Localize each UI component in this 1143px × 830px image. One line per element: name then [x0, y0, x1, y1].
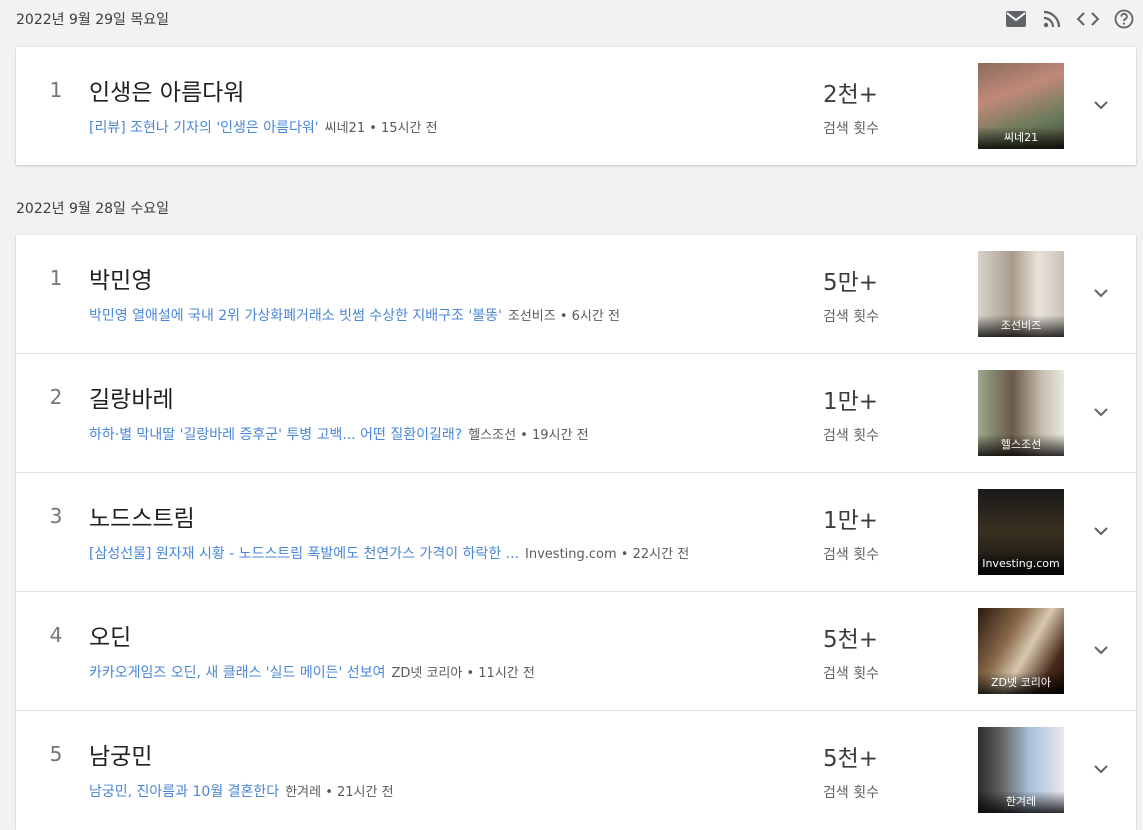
- trend-query[interactable]: 남궁민: [89, 737, 152, 771]
- trend-query[interactable]: 박민영: [89, 261, 152, 295]
- search-count: 5천+: [823, 746, 879, 772]
- help-icon[interactable]: [1113, 8, 1135, 30]
- search-count: 1만+: [823, 508, 879, 534]
- trend-query[interactable]: 노드스트림: [89, 499, 195, 533]
- rss-icon[interactable]: [1041, 8, 1063, 30]
- article-source: 씨네21 • 15시간 전: [324, 121, 438, 136]
- date-heading: 2022년 9월 28일 수요일: [16, 201, 169, 217]
- rank-number: 1: [49, 78, 63, 102]
- thumbnail-caption: ZD넷 코리아: [978, 672, 1064, 694]
- rank-number: 4: [49, 623, 63, 647]
- rank-number: 2: [49, 385, 63, 409]
- article-source: 한겨레 • 21시간 전: [285, 785, 394, 800]
- expand-chevron-icon[interactable]: [1090, 639, 1112, 661]
- expand-chevron-icon[interactable]: [1090, 282, 1112, 304]
- search-count-label: 검색 횟수: [823, 666, 879, 682]
- trend-query[interactable]: 인생은 아름다워: [89, 73, 244, 107]
- search-count-label: 검색 횟수: [823, 547, 879, 563]
- article-link[interactable]: 카카오게임즈 오딘, 새 클래스 '실드 메이든' 선보여: [89, 665, 385, 681]
- article-line: 박민영 열애설에 국내 2위 가상화폐거래소 빗썸 수상한 지배구조 '불똥' 조…: [89, 305, 620, 325]
- trend-query[interactable]: 길랑바레: [89, 380, 174, 414]
- news-thumbnail[interactable]: 씨네21: [978, 63, 1064, 149]
- expand-chevron-icon[interactable]: [1090, 401, 1112, 423]
- trend-card: 1 박민영 박민영 열애설에 국내 2위 가상화폐거래소 빗썸 수상한 지배구조…: [16, 235, 1136, 830]
- rank-number: 3: [49, 504, 63, 528]
- article-link[interactable]: [리뷰] 조현나 기자의 '인생은 아름다워': [89, 120, 319, 136]
- article-line: [리뷰] 조현나 기자의 '인생은 아름다워' 씨네21 • 15시간 전: [89, 117, 438, 137]
- expand-chevron-icon[interactable]: [1090, 94, 1112, 116]
- article-link[interactable]: 하하·별 막내딸 '길랑바레 증후군' 투병 고백... 어떤 질환이길래?: [89, 427, 462, 443]
- trend-item[interactable]: 4 오딘 카카오게임즈 오딘, 새 클래스 '실드 메이든' 선보여 ZD넷 코리…: [16, 592, 1136, 711]
- search-count-label: 검색 횟수: [823, 309, 879, 325]
- embed-code-icon[interactable]: [1077, 8, 1099, 30]
- rank-number: 5: [49, 742, 63, 766]
- date-heading: 2022년 9월 29일 목요일: [16, 12, 169, 28]
- article-link[interactable]: 박민영 열애설에 국내 2위 가상화폐거래소 빗썸 수상한 지배구조 '불똥': [89, 308, 502, 324]
- article-link[interactable]: [삼성선물] 원자재 시황 - 노드스트림 폭발에도 천연가스 가격이 하락한 …: [89, 546, 519, 562]
- article-line: 남궁민, 진아름과 10월 결혼한다 한겨레 • 21시간 전: [89, 781, 394, 801]
- news-thumbnail[interactable]: 조선비즈: [978, 251, 1064, 337]
- article-source: ZD넷 코리아 • 11시간 전: [391, 666, 535, 681]
- article-line: 하하·별 막내딸 '길랑바레 증후군' 투병 고백... 어떤 질환이길래? 헬스…: [89, 424, 589, 444]
- search-count: 1만+: [823, 389, 879, 415]
- news-thumbnail[interactable]: Investing.com: [978, 489, 1064, 575]
- thumbnail-caption: 한겨레: [978, 791, 1064, 813]
- expand-chevron-icon[interactable]: [1090, 520, 1112, 542]
- search-count: 2천+: [823, 82, 879, 108]
- mail-icon[interactable]: [1005, 8, 1027, 30]
- article-line: [삼성선물] 원자재 시황 - 노드스트림 폭발에도 천연가스 가격이 하락한 …: [89, 543, 689, 563]
- trend-item[interactable]: 2 길랑바레 하하·별 막내딸 '길랑바레 증후군' 투병 고백... 어떤 질…: [16, 354, 1136, 473]
- trend-item[interactable]: 5 남궁민 남궁민, 진아름과 10월 결혼한다 한겨레 • 21시간 전 5천+…: [16, 711, 1136, 830]
- trend-card: 1 인생은 아름다워 [리뷰] 조현나 기자의 '인생은 아름다워' 씨네21 •…: [16, 47, 1136, 165]
- toolbar: [1005, 8, 1135, 30]
- trend-item[interactable]: 1 박민영 박민영 열애설에 국내 2위 가상화폐거래소 빗썸 수상한 지배구조…: [16, 235, 1136, 354]
- expand-chevron-icon[interactable]: [1090, 758, 1112, 780]
- article-line: 카카오게임즈 오딘, 새 클래스 '실드 메이든' 선보여 ZD넷 코리아 • 1…: [89, 662, 535, 682]
- thumbnail-caption: 헬스조선: [978, 434, 1064, 456]
- thumbnail-caption: Investing.com: [978, 553, 1064, 575]
- search-count-label: 검색 횟수: [823, 121, 879, 137]
- article-source: 헬스조선 • 19시간 전: [468, 428, 589, 443]
- news-thumbnail[interactable]: 한겨레: [978, 727, 1064, 813]
- search-count-label: 검색 횟수: [823, 428, 879, 444]
- article-source: Investing.com • 22시간 전: [525, 547, 690, 562]
- news-thumbnail[interactable]: 헬스조선: [978, 370, 1064, 456]
- thumbnail-caption: 조선비즈: [978, 315, 1064, 337]
- rank-number: 1: [49, 266, 63, 290]
- article-link[interactable]: 남궁민, 진아름과 10월 결혼한다: [89, 784, 279, 800]
- search-count-label: 검색 횟수: [823, 785, 879, 801]
- trend-item[interactable]: 3 노드스트림 [삼성선물] 원자재 시황 - 노드스트림 폭발에도 천연가스 …: [16, 473, 1136, 592]
- search-count: 5만+: [823, 270, 879, 296]
- trend-query[interactable]: 오딘: [89, 618, 131, 652]
- thumbnail-caption: 씨네21: [978, 127, 1064, 149]
- article-source: 조선비즈 • 6시간 전: [507, 309, 620, 324]
- search-count: 5천+: [823, 627, 879, 653]
- trend-item[interactable]: 1 인생은 아름다워 [리뷰] 조현나 기자의 '인생은 아름다워' 씨네21 •…: [16, 47, 1136, 165]
- news-thumbnail[interactable]: ZD넷 코리아: [978, 608, 1064, 694]
